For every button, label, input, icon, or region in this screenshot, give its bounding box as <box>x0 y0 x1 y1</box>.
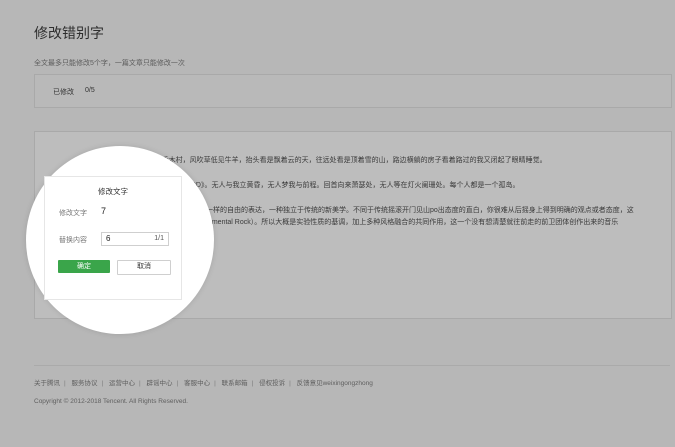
status-count: 0/5 <box>85 87 95 94</box>
replace-char-count: 1/1 <box>154 235 164 242</box>
footer-link-operations[interactable]: 运营中心 <box>109 380 135 387</box>
replace-content-input[interactable]: 6 1/1 <box>101 232 169 246</box>
footer-separator: | <box>251 380 254 387</box>
edit-char-value: 7 <box>101 206 107 216</box>
replace-content-value[interactable]: 6 <box>106 234 110 243</box>
copyright: Copyright © 2012-2018 Tencent. All Right… <box>34 398 188 405</box>
page-title: 修改错别字 <box>34 25 104 41</box>
status-label: 已修改 <box>53 89 74 96</box>
footer-link-infringement[interactable]: 侵权投诉 <box>259 380 285 387</box>
footer-link-rumor[interactable]: 辟谣中心 <box>147 380 173 387</box>
edit-text-dialog: 修改文字 修改文字 7 替换内容 6 1/1 确定 取消 <box>44 176 182 300</box>
page-subtitle: 全文最多只能修改5个字，一篇文章只能修改一次 <box>34 60 185 67</box>
footer-separator: | <box>101 380 104 387</box>
footer-separator: | <box>176 380 179 387</box>
footer-separator: | <box>289 380 291 387</box>
footer-link-service[interactable]: 客服中心 <box>184 380 210 387</box>
footer-link-agreement[interactable]: 服务协议 <box>72 380 98 387</box>
confirm-button[interactable]: 确定 <box>58 260 110 273</box>
dialog-title: 修改文字 <box>98 187 128 196</box>
footer-link-email[interactable]: 联系邮箱 <box>222 380 248 387</box>
footer-links: 关于腾讯 | 服务协议 | 运营中心 | 辟谣中心 | 客服中心 | 联系邮箱 | 侵权投诉… <box>34 377 373 387</box>
status-panel: 已修改 0/5 <box>34 74 672 108</box>
footer-divider <box>34 365 670 366</box>
footer-separator: | <box>214 380 216 387</box>
edit-char-label: 修改文字 <box>59 210 87 217</box>
footer-separator: | <box>64 380 66 387</box>
footer-separator: | <box>139 380 141 387</box>
replace-content-label: 替换内容 <box>59 237 87 244</box>
article-line-3[interactable]: 一种不一样的自由的表达，一种独立于传统的新美学。不同于传统摇滚开门见山po出态度… <box>185 205 634 215</box>
article-line-2[interactable]: GOD》。无人与我立黄昏，无人梦我与前程。回首向来萧瑟处，无人等在灯火阑珊处。每… <box>185 180 519 190</box>
footer-link-about[interactable]: 关于腾讯 <box>34 380 60 387</box>
cancel-button[interactable]: 取消 <box>117 260 171 275</box>
footer-link-feedback[interactable]: 反馈意见weixingongzhong <box>297 380 373 387</box>
article-line-4[interactable]: （Experimental Rock）。所以大概是实验性质的基调，加上多种风格融… <box>185 217 618 227</box>
